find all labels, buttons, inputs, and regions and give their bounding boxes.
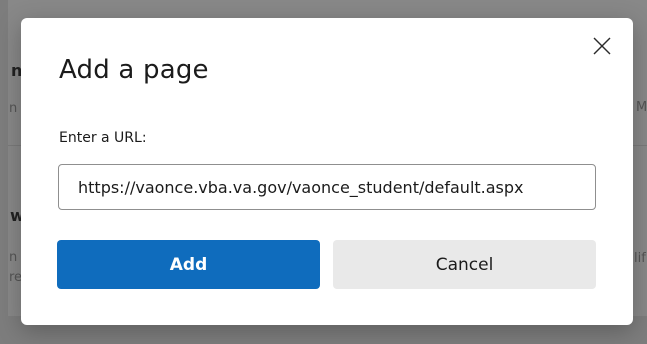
- background-text: n: [9, 250, 18, 265]
- background-text: n: [9, 101, 18, 116]
- close-icon: [593, 37, 611, 55]
- background-text: lif: [634, 251, 646, 266]
- background-text: M: [636, 100, 647, 115]
- add-button[interactable]: Add: [57, 240, 320, 289]
- cancel-button[interactable]: Cancel: [333, 240, 596, 289]
- add-page-dialog: Add a page Enter a URL: Add Cancel: [21, 18, 633, 325]
- url-label: Enter a URL:: [59, 130, 147, 146]
- url-input[interactable]: [58, 164, 596, 210]
- close-button[interactable]: [590, 34, 614, 58]
- dialog-title: Add a page: [59, 55, 209, 85]
